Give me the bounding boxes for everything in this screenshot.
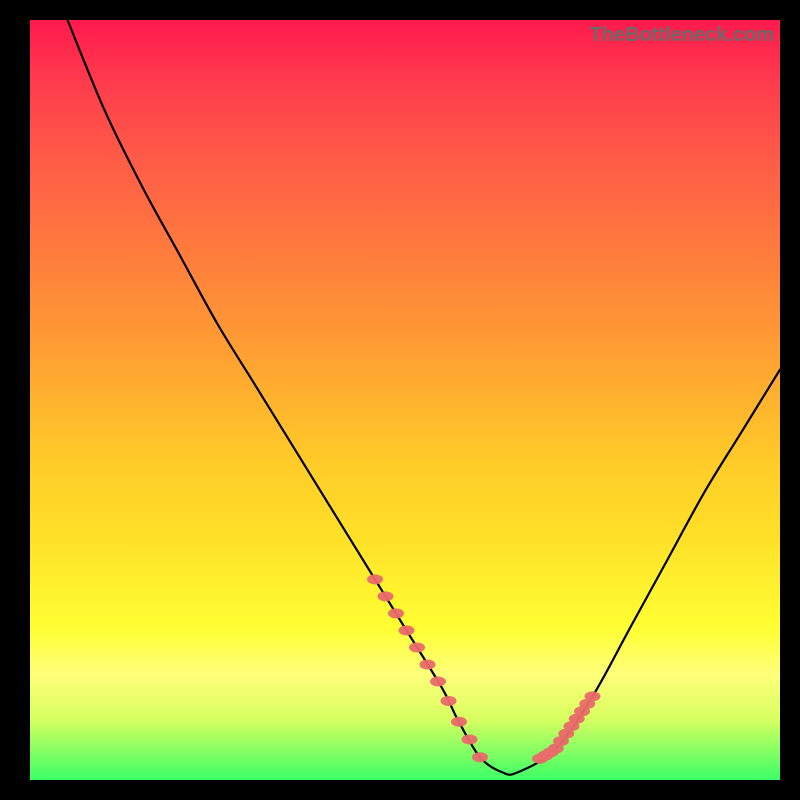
highlight-dot [451,717,467,727]
highlight-dot [378,591,394,601]
highlight-dots-left [367,574,488,762]
highlight-dot [462,734,478,744]
highlight-dot [420,659,436,669]
highlight-dot [472,752,488,762]
highlight-dot [585,691,601,701]
plot-area: TheBottleneck.com [30,20,780,780]
highlight-dot [388,608,404,618]
chart-frame: TheBottleneck.com [0,0,800,800]
highlight-dot [430,677,446,687]
highlight-dot [441,696,457,706]
highlight-dot [399,625,415,635]
highlight-dots-right [532,691,601,763]
highlight-dot [367,574,383,584]
curve-layer [30,20,780,780]
highlight-dot [409,642,425,652]
